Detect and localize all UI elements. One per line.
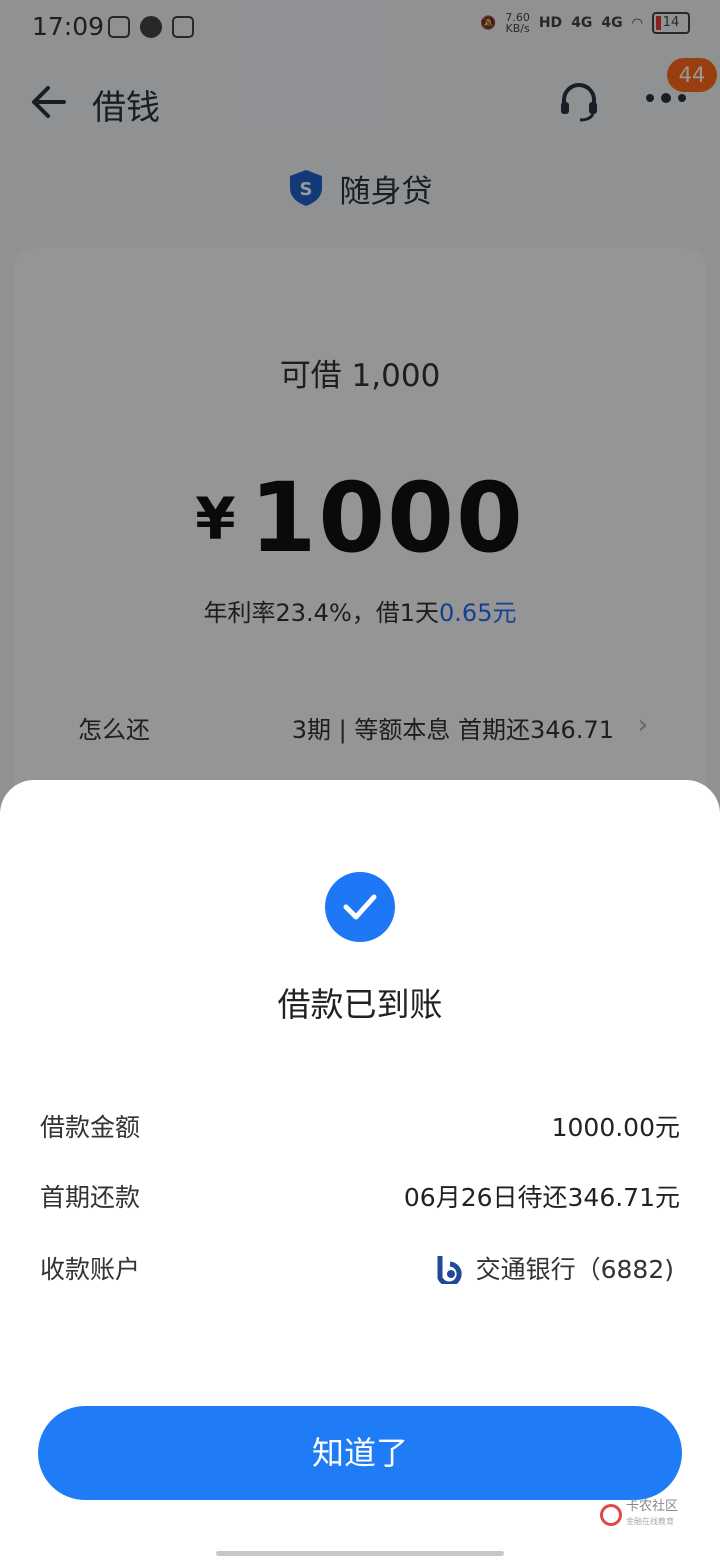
watermark: 卡农社区 金融在线教育 — [600, 1500, 678, 1529]
success-check-icon — [325, 872, 395, 942]
bank-account: 交通银行（6882) — [434, 1250, 674, 1286]
info-row-first-repayment: 首期还款 06月26日待还346.71元 — [40, 1178, 680, 1218]
info-value: 06月26日待还346.71元 — [403, 1183, 680, 1212]
watermark-logo-icon — [600, 1503, 622, 1526]
info-row-receiving-account: 收款账户 交通银行（6882) — [40, 1250, 680, 1290]
info-row-loan-amount: 借款金额 1000.00元 — [40, 1108, 680, 1148]
success-title: 借款已到账 — [277, 985, 443, 1024]
info-label: 借款金额 — [40, 1113, 141, 1142]
got-it-button[interactable]: 知道了 — [38, 1406, 682, 1500]
watermark-text: 卡农社区 金融在线教育 — [626, 1499, 679, 1527]
home-indicator[interactable] — [216, 1551, 504, 1556]
info-label: 首期还款 — [40, 1183, 141, 1212]
bank-logo-icon — [437, 1256, 462, 1284]
info-value: 交通银行（6882) — [475, 1255, 674, 1284]
info-value: 1000.00元 — [551, 1113, 680, 1142]
info-label: 收款账户 — [40, 1255, 141, 1284]
